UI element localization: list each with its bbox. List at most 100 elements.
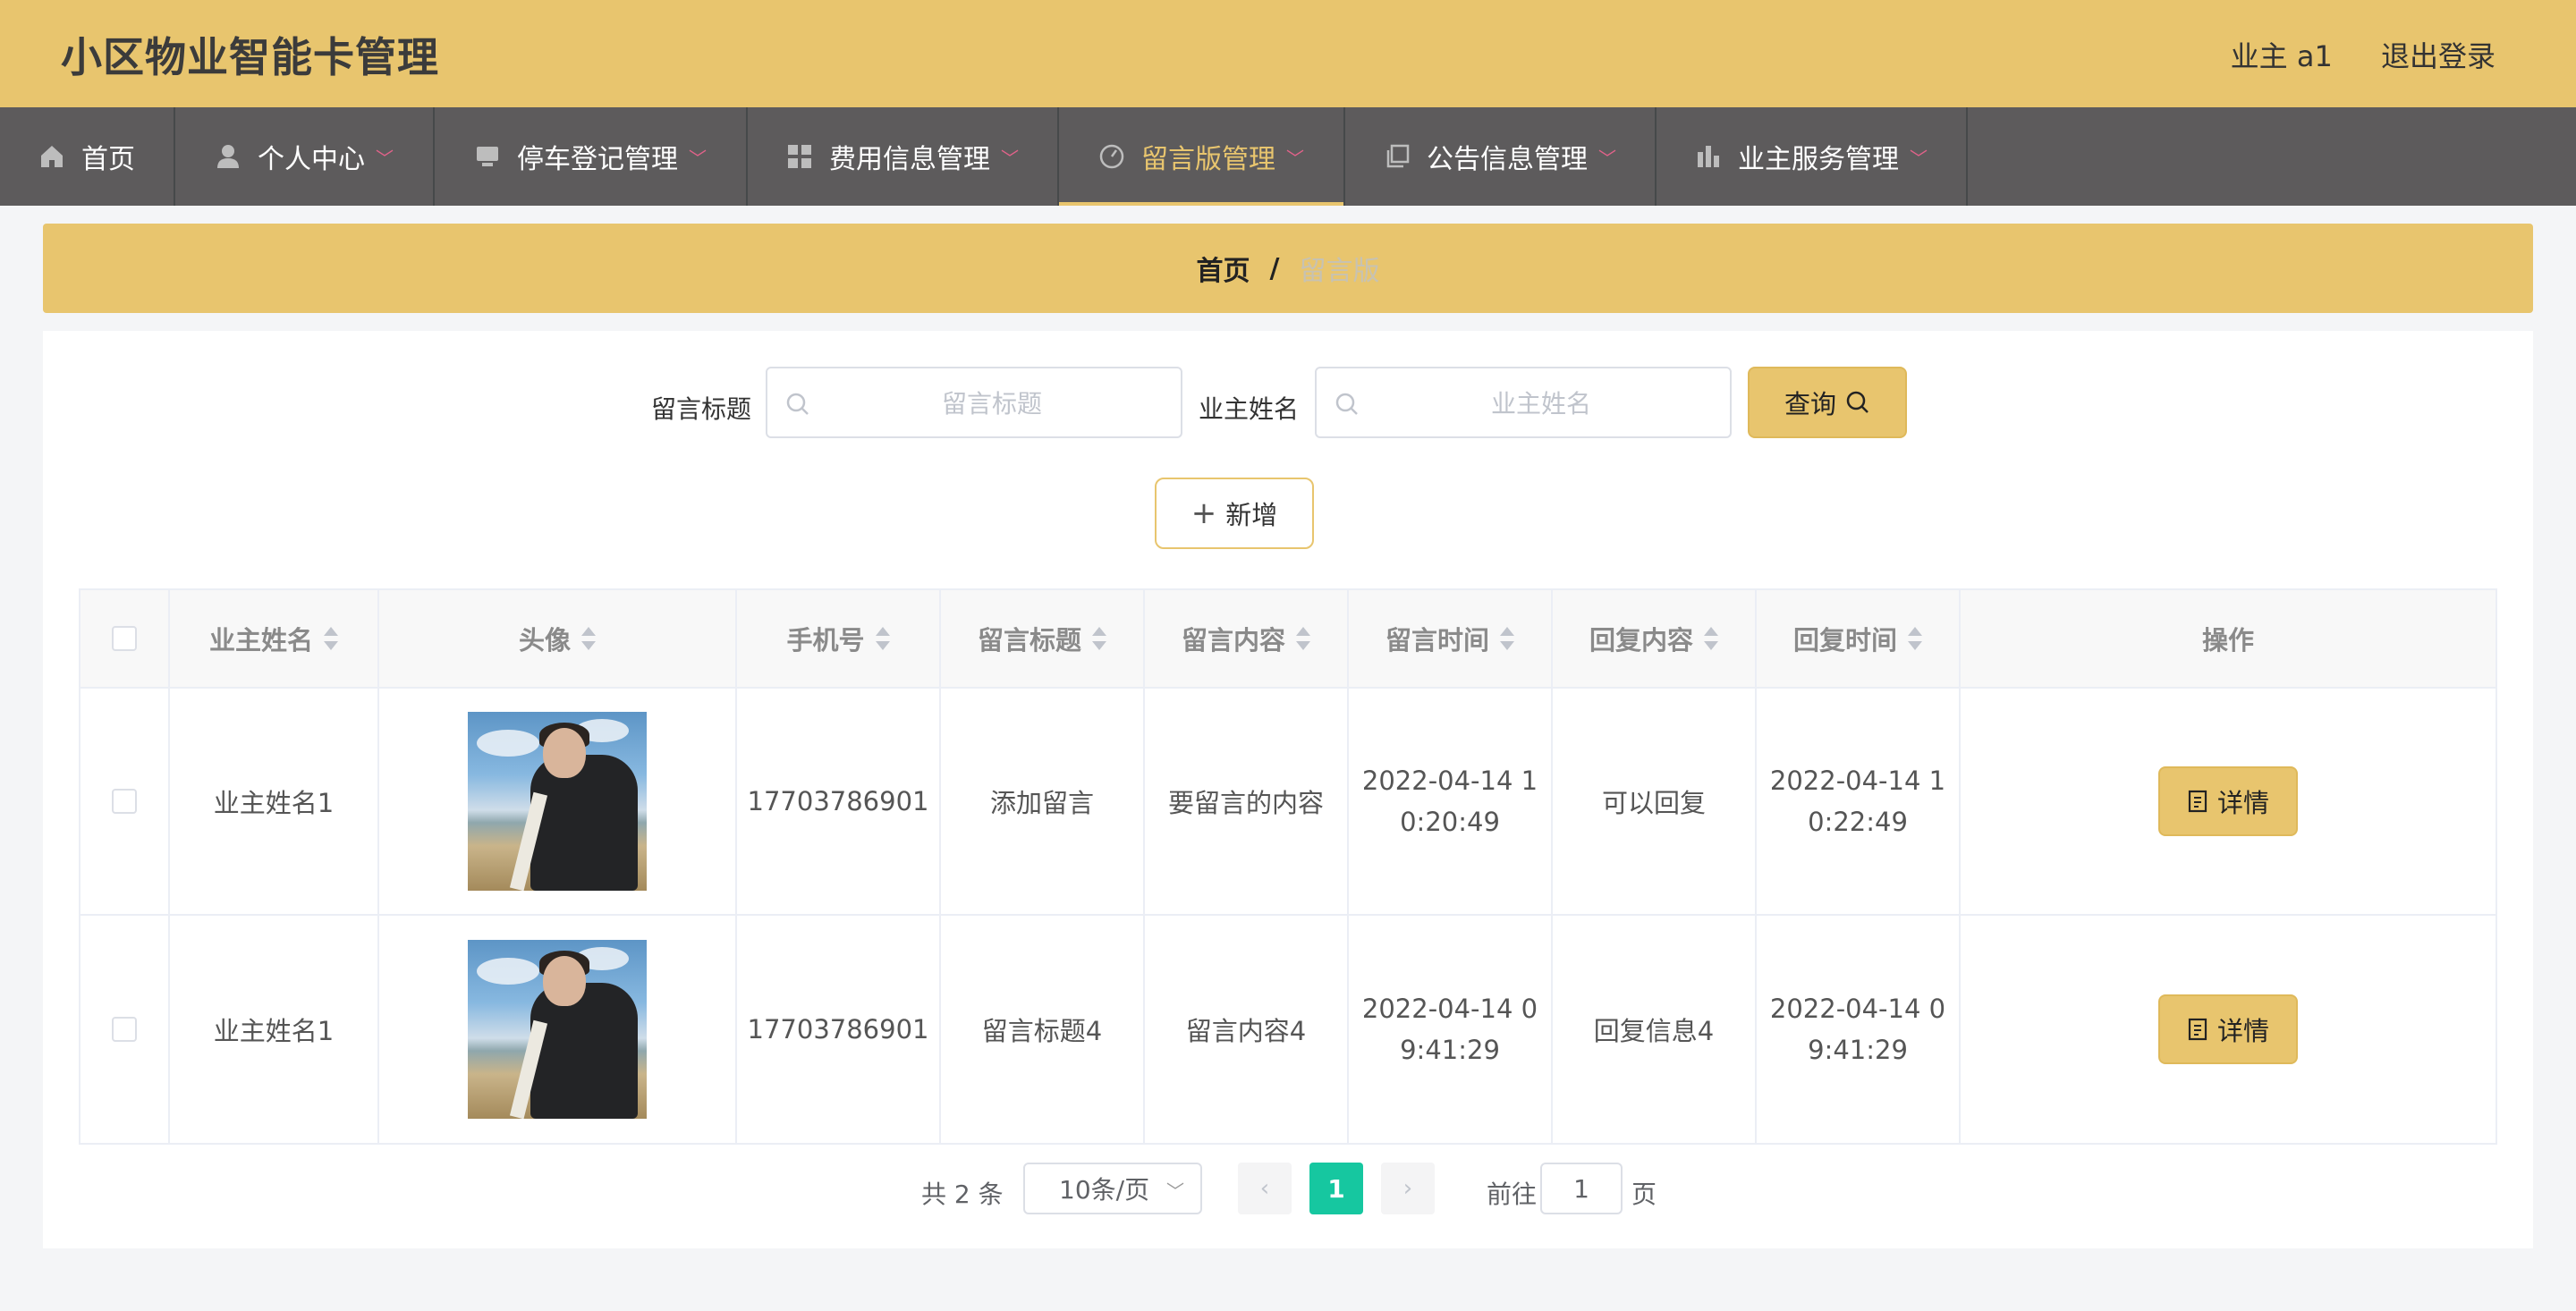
plus-icon: + bbox=[1191, 495, 1217, 531]
user-area: 业主 a1 退出登录 bbox=[2191, 34, 2496, 75]
chevron-down-icon: ﹀ bbox=[689, 147, 707, 169]
message-time-cell: 2022-04-14 10:20:49 bbox=[1349, 689, 1553, 914]
message-time-cell: 2022-04-14 09:41:29 bbox=[1349, 916, 1553, 1143]
nav-item-label: 个人中心 bbox=[258, 144, 365, 175]
sort-icon[interactable] bbox=[1296, 626, 1310, 651]
column-header-reply[interactable]: 回复内容 bbox=[1553, 590, 1757, 687]
table-row: 业主姓名1 17703786901 添加留言 要留言的内容 2022-04-14… bbox=[80, 689, 2496, 916]
content-cell: 留言内容4 bbox=[1145, 916, 1349, 1143]
page-number-current[interactable]: 1 bbox=[1309, 1163, 1363, 1214]
add-button[interactable]: + 新增 bbox=[1155, 478, 1314, 549]
search-icon bbox=[1335, 392, 1360, 417]
nav-item-owner-services[interactable]: 业主服务管理 ﹀ bbox=[1657, 107, 1968, 206]
sort-icon[interactable] bbox=[1908, 626, 1922, 651]
column-header-phone[interactable]: 手机号 bbox=[737, 590, 941, 687]
name-search-input[interactable] bbox=[1370, 379, 1712, 427]
column-header-actions: 操作 bbox=[2201, 625, 2254, 656]
nav-item-fees[interactable]: 费用信息管理 ﹀ bbox=[748, 107, 1059, 206]
sort-icon[interactable] bbox=[1500, 626, 1514, 651]
chevron-right-icon: › bbox=[1402, 1175, 1413, 1202]
table-header-row: 业主姓名 头像 手机号 留言标题 留言内容 留言时间 回复内容 回复时间 操作 bbox=[80, 590, 2496, 689]
nav-item-message-board[interactable]: 留言版管理 ﹀ bbox=[1059, 107, 1345, 206]
nav-item-label: 首页 bbox=[81, 144, 135, 175]
chevron-down-icon: ﹀ bbox=[1286, 147, 1304, 169]
goto-prefix: 前往 bbox=[1487, 1180, 1538, 1209]
sort-icon[interactable] bbox=[581, 626, 596, 651]
grid-icon bbox=[786, 143, 813, 170]
user-icon bbox=[215, 143, 242, 170]
reply-cell: 回复信息4 bbox=[1553, 916, 1757, 1143]
search-form: 留言标题 业主姓名 查询 bbox=[43, 367, 2533, 440]
detail-button[interactable]: 详情 bbox=[2158, 994, 2298, 1064]
content-cell: 要留言的内容 bbox=[1145, 689, 1349, 914]
name-search-label: 业主姓名 bbox=[1199, 394, 1300, 424]
current-user-label: 业主 a1 bbox=[2230, 39, 2333, 73]
column-header-owner-name[interactable]: 业主姓名 bbox=[170, 590, 379, 687]
reply-cell: 可以回复 bbox=[1553, 689, 1757, 914]
goto-page-input[interactable] bbox=[1540, 1163, 1623, 1214]
phone-cell: 17703786901 bbox=[737, 689, 941, 914]
logout-link[interactable]: 退出登录 bbox=[2381, 39, 2496, 73]
chevron-down-icon: ﹀ bbox=[1598, 147, 1616, 169]
breadcrumb-separator: / bbox=[1269, 252, 1280, 284]
sort-icon[interactable] bbox=[324, 626, 338, 651]
monitor-icon bbox=[474, 143, 501, 170]
sort-icon[interactable] bbox=[1092, 626, 1106, 651]
nav-item-label: 留言版管理 bbox=[1141, 144, 1275, 175]
breadcrumb-home[interactable]: 首页 bbox=[1197, 249, 1250, 288]
nav-item-label: 停车登记管理 bbox=[517, 144, 678, 175]
title-search-input[interactable] bbox=[821, 379, 1163, 427]
column-header-content[interactable]: 留言内容 bbox=[1145, 590, 1349, 687]
home-icon bbox=[38, 143, 65, 170]
row-checkbox[interactable] bbox=[112, 1017, 137, 1042]
nav-item-label: 费用信息管理 bbox=[829, 144, 990, 175]
gauge-icon bbox=[1098, 143, 1125, 170]
total-count: 共 2 条 bbox=[921, 1180, 1004, 1209]
chevron-down-icon: ﹀ bbox=[1166, 1180, 1184, 1202]
nav-item-label: 公告信息管理 bbox=[1427, 144, 1588, 175]
avatar bbox=[468, 712, 647, 891]
title-cell: 添加留言 bbox=[941, 689, 1145, 914]
chevron-left-icon: ‹ bbox=[1259, 1175, 1270, 1202]
column-header-avatar[interactable]: 头像 bbox=[379, 590, 737, 687]
chevron-down-icon: ﹀ bbox=[1910, 147, 1928, 169]
search-icon bbox=[1846, 391, 1868, 413]
page-size-select[interactable]: 10条/页 ﹀ bbox=[1023, 1163, 1202, 1214]
sort-icon[interactable] bbox=[875, 626, 890, 651]
column-header-reply-time[interactable]: 回复时间 bbox=[1757, 590, 1961, 687]
prev-page-button[interactable]: ‹ bbox=[1238, 1163, 1292, 1214]
table-row: 业主姓名1 17703786901 留言标题4 留言内容4 2022-04-14… bbox=[80, 916, 2496, 1143]
app-title: 小区物业智能卡管理 bbox=[61, 33, 439, 81]
name-search-field bbox=[1315, 367, 1732, 438]
owner-name-cell: 业主姓名1 bbox=[170, 689, 379, 914]
breadcrumb-current: 留言版 bbox=[1299, 256, 1380, 287]
add-button-label: 新增 bbox=[1225, 500, 1278, 530]
next-page-button[interactable]: › bbox=[1381, 1163, 1435, 1214]
nav-item-parking[interactable]: 停车登记管理 ﹀ bbox=[435, 107, 748, 206]
pagination: 共 2 条 10条/页 ﹀ ‹ 1 › 前往 页 bbox=[43, 1163, 2533, 1218]
message-table: 业主姓名 头像 手机号 留言标题 留言内容 留言时间 回复内容 回复时间 操作 … bbox=[79, 588, 2497, 1145]
nav-item-announcements[interactable]: 公告信息管理 ﹀ bbox=[1345, 107, 1657, 206]
detail-button-label: 详情 bbox=[2216, 788, 2269, 818]
reply-time-cell: 2022-04-14 10:22:49 bbox=[1757, 689, 1961, 914]
bar-chart-icon bbox=[1695, 143, 1722, 170]
nav-item-label: 业主服务管理 bbox=[1738, 144, 1899, 175]
sort-icon[interactable] bbox=[1704, 626, 1718, 651]
chevron-down-icon: ﹀ bbox=[1001, 147, 1019, 169]
detail-button-label: 详情 bbox=[2216, 1016, 2269, 1046]
nav-item-personal-center[interactable]: 个人中心 ﹀ bbox=[175, 107, 435, 206]
row-checkbox[interactable] bbox=[112, 789, 137, 814]
detail-button[interactable]: 详情 bbox=[2158, 766, 2298, 836]
chevron-down-icon: ﹀ bbox=[376, 147, 394, 169]
column-header-message-time[interactable]: 留言时间 bbox=[1349, 590, 1553, 687]
content-card: 留言标题 业主姓名 查询 + 新增 业主姓名 头像 手机号 留言 bbox=[43, 331, 2533, 1248]
column-header-title[interactable]: 留言标题 bbox=[941, 590, 1145, 687]
nav-item-home[interactable]: 首页 bbox=[0, 107, 175, 206]
select-all-checkbox[interactable] bbox=[112, 626, 137, 651]
query-button[interactable]: 查询 bbox=[1748, 367, 1907, 438]
avatar bbox=[468, 940, 647, 1119]
document-icon bbox=[2188, 790, 2207, 813]
breadcrumb: 首页 / 留言版 bbox=[43, 224, 2533, 313]
reply-time-cell: 2022-04-14 09:41:29 bbox=[1757, 916, 1961, 1143]
owner-name-cell: 业主姓名1 bbox=[170, 916, 379, 1143]
